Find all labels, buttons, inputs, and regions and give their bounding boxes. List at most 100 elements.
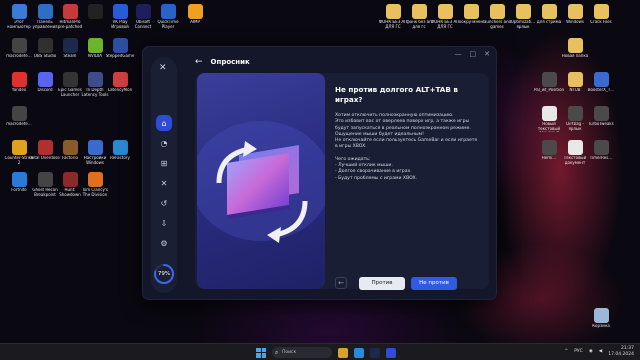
tools-icon[interactable]: ✕ (156, 175, 172, 191)
shortcut-icon (593, 72, 609, 87)
clock[interactable]: 21:37 17.04.2024 (608, 346, 634, 357)
shortcut-icon (37, 4, 53, 19)
prev-question-button[interactable]: ← (335, 277, 347, 289)
volume-icon[interactable]: ◀ (599, 349, 602, 354)
desktop-shortcut[interactable]: Tom Clancy's The Division (80, 172, 110, 197)
question-card: Не против долгого ALT+TAB в играх? Хотим… (195, 73, 489, 290)
desktop-shortcut[interactable]: QuickTime Player (153, 4, 183, 29)
shortcut-icon (11, 106, 27, 121)
shortcut-label: QuickTime Player (157, 20, 179, 29)
shortcut-icon (593, 4, 609, 19)
desktop-shortcut[interactable]: SteppedGame (105, 38, 135, 59)
shortcut-icon (112, 72, 128, 87)
desktop-shortcut[interactable]: LatencyMon (105, 72, 135, 93)
language-indicator[interactable]: РУС (574, 349, 583, 354)
description-line: Не отключайте если пользуетесь GameBar и… (335, 138, 478, 150)
settings-gear-icon[interactable]: ⚙ (156, 235, 172, 251)
shortcut-icon (437, 4, 453, 19)
shortcut-icon (593, 106, 609, 121)
speed-icon[interactable]: ◔ (156, 135, 172, 151)
network-icon[interactable]: ◉ (589, 349, 593, 354)
shortcut-label: Tom Clancy's The Division (81, 188, 109, 197)
desktop-shortcut[interactable]: Crack Files (586, 4, 616, 25)
shortcut-label: TimerRes… (589, 156, 613, 160)
optimizer-app-icon[interactable] (386, 347, 396, 358)
shortcut-icon (567, 106, 583, 121)
shortcut-icon (593, 140, 609, 155)
shortcut-icon (541, 106, 557, 121)
shortcut-label: LatencyMon (107, 88, 133, 92)
shortcut-icon (463, 4, 479, 19)
question-title: Не против долгого ALT+TAB в играх? (335, 85, 458, 104)
shortcut-icon (87, 172, 103, 187)
grid-icon[interactable]: ⊞ (156, 155, 172, 171)
shortcut-label: Корзина (592, 324, 610, 328)
shortcut-icon (87, 4, 103, 19)
description-line: Это избавит вас от оверлеев поверх игр, … (335, 119, 471, 131)
close-button[interactable]: ✕ (484, 50, 490, 58)
app-window: — □ ✕ ✕ ⌂ ◔ ⊞ ✕ ↺ ⇩ ⚙ 79% ← Опросник Не … (142, 46, 497, 300)
shortcut-icon (87, 38, 103, 53)
shortcut-icon (87, 72, 103, 87)
shortcut-icon (11, 140, 27, 155)
shortcut-icon (541, 4, 557, 19)
desktop-shortcut[interactable]: macrodefe… (4, 106, 34, 127)
taskbar-search-input[interactable]: Поиск (272, 347, 332, 358)
desktop-shortcut[interactable]: ReFactory (105, 140, 135, 161)
tray-chevron-icon[interactable]: ^ (564, 349, 568, 354)
shortcut-icon (567, 38, 583, 53)
download-icon[interactable]: ⇩ (156, 215, 172, 231)
shortcut-icon (112, 38, 128, 53)
shortcut-icon (112, 4, 128, 19)
shortcut-icon (567, 72, 583, 87)
shortcut-label: macrodefe… (6, 122, 32, 126)
shortcut-icon (112, 140, 128, 155)
maximize-button[interactable]: □ (470, 50, 477, 58)
question-description: Хотим отключить полноэкранную оптимизаци… (335, 113, 481, 182)
shortcut-icon (62, 4, 78, 19)
desktop-shortcut[interactable]: Новая папка (560, 38, 590, 59)
question-content: Не против долгого ALT+TAB в играх? Хотим… (335, 85, 481, 182)
shortcut-label: Новая папка (561, 54, 589, 58)
desktop-shortcut[interactable]: Корзина (586, 308, 616, 329)
against-button[interactable]: Против (359, 277, 405, 290)
shortcut-icon (567, 140, 583, 155)
clock-date: 17.04.2024 (608, 351, 634, 357)
back-arrow-icon[interactable]: ← (195, 57, 203, 67)
not-against-button[interactable]: Не против (411, 277, 457, 290)
expect-item: - Будут проблемы с играми XBOX. (335, 175, 418, 181)
shortcut-label: SteppedGame (105, 54, 135, 58)
page-header: ← Опросник (195, 57, 250, 67)
taskbar: Поиск ^ РУС ◉ ◀ 21:37 17.04.2024 (0, 343, 640, 360)
system-tray: ^ РУС ◉ ◀ 21:37 17.04.2024 (564, 346, 634, 357)
shortcut-icon (489, 4, 505, 19)
sidebar-rail: ✕ ⌂ ◔ ⊞ ✕ ↺ ⇩ ⚙ 79% (151, 57, 177, 293)
shortcut-icon (567, 4, 583, 19)
shortcut-icon (11, 38, 27, 53)
desktop-shortcut[interactable]: BoosterX_T… (586, 72, 616, 93)
shortcut-icon (37, 140, 53, 155)
window-controls: — □ ✕ (455, 50, 491, 58)
answer-actions: ← Против Не против (335, 277, 481, 293)
shortcut-icon (541, 140, 557, 155)
shortcut-icon (37, 172, 53, 187)
desktop-shortcut[interactable]: TurboTweaks (586, 106, 616, 127)
shortcut-icon (11, 4, 27, 19)
minimize-button[interactable]: — (455, 50, 462, 58)
shortcut-icon (135, 4, 151, 19)
home-icon[interactable]: ⌂ (156, 115, 172, 131)
restore-icon[interactable]: ↺ (156, 195, 172, 211)
desktop-shortcut[interactable]: TimerRes… (586, 140, 616, 161)
start-button[interactable] (256, 347, 266, 358)
shortcut-icon (37, 72, 53, 87)
shortcut-icon (62, 140, 78, 155)
desktop-shortcut[interactable]: AIMP (180, 4, 210, 25)
browser-icon[interactable] (354, 347, 364, 358)
shortcut-label: AIMP (190, 20, 200, 24)
shortcut-icon (160, 4, 176, 19)
file-explorer-icon[interactable] (338, 347, 348, 358)
shortcut-icon (515, 4, 531, 19)
shortcut-label: ReFactory (110, 156, 130, 160)
steam-icon[interactable] (370, 347, 380, 358)
shortcut-icon (385, 4, 401, 19)
